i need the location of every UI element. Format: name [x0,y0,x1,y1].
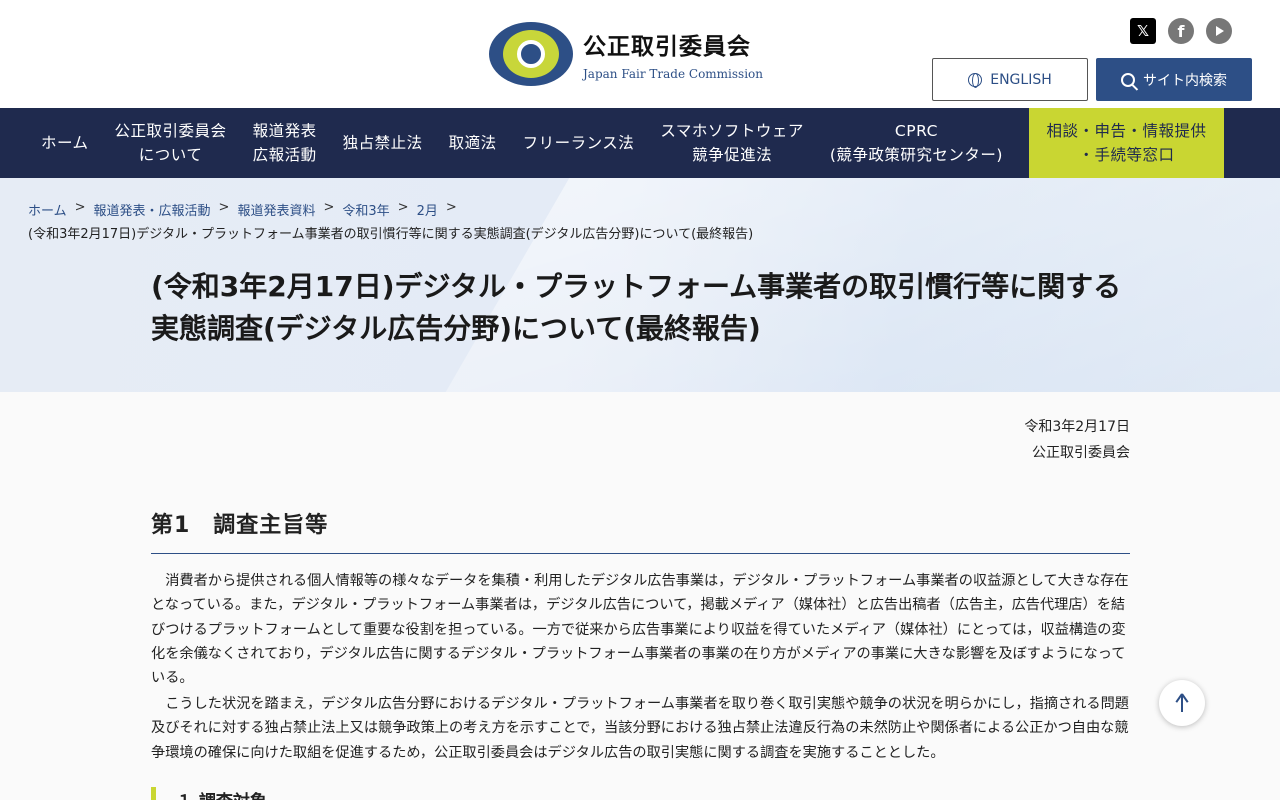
breadcrumb-separator: > [323,200,335,215]
nav-item-torihiki[interactable]: 取適法 [436,108,510,178]
breadcrumb-press-materials[interactable]: 報道発表資料 [237,200,315,219]
x-icon[interactable]: 𝕏 [1130,18,1156,44]
site-search-label: サイト内検索 [1143,72,1227,89]
global-nav: ホーム 公正取引委員会 について 報道発表 広報活動 独占禁止法 取適法 フリー… [0,108,1280,178]
nav-item-about[interactable]: 公正取引委員会 について [102,108,240,178]
social-links: 𝕏 f [1130,18,1232,44]
page-title: (令和3年2月17日)デジタル・プラットフォーム事業者の取引慣行等に関する実態調… [151,270,1122,345]
search-icon [1121,72,1135,87]
facebook-icon[interactable]: f [1168,18,1194,44]
youtube-icon[interactable] [1206,18,1232,44]
english-button[interactable]: ENGLISH [932,58,1088,101]
breadcrumb-month[interactable]: 2月 [417,200,438,219]
publisher: 公正取引委員会 [1032,445,1130,461]
breadcrumb-current: (令和3年2月17日)デジタル・プラットフォーム事業者の取引慣行等に関する実態調… [28,227,754,242]
publication-date: 令和3年2月17日 [1024,419,1130,435]
nav-item-home[interactable]: ホーム [28,108,102,178]
nav-item-press[interactable]: 報道発表 広報活動 [240,108,330,178]
nav-item-cprc[interactable]: CPRC (競争政策研究センター) [817,108,1016,178]
body-paragraph-1: 消費者から提供される個人情報等の様々なデータを集積・利用したデジタル広告事業は，… [151,573,1129,687]
breadcrumb-home[interactable]: ホーム [28,200,67,219]
site-search-button[interactable]: サイト内検索 [1096,58,1252,101]
back-to-top-button[interactable] [1159,680,1205,726]
logo-title-en: Japan Fair Trade Commission [583,67,763,81]
breadcrumb-separator: > [445,200,457,215]
english-label: ENGLISH [990,71,1052,88]
globe-icon [968,72,983,88]
section-heading: 第1 調査主旨等 [151,507,1130,554]
breadcrumb-press[interactable]: 報道発表・広報活動 [94,200,211,219]
nav-item-consult[interactable]: 相談・申告・情報提供 ・手続等窓口 [1028,108,1224,178]
site-header: 公正取引委員会 Japan Fair Trade Commission 𝕏 f … [0,0,1280,108]
nav-item-smartphone[interactable]: スマホソフトウェア 競争促進法 [647,108,817,178]
logo-title-jp: 公正取引委員会 [583,34,751,60]
arrow-up-icon [1181,694,1183,712]
breadcrumb-separator: > [74,200,86,215]
breadcrumb: ホーム > 報道発表・広報活動 > 報道発表資料 > 令和3年 > 2月 > [28,200,828,219]
nav-item-antimonopoly[interactable]: 独占禁止法 [330,108,436,178]
nav-item-freelance[interactable]: フリーランス法 [510,108,648,178]
jftc-emblem-icon [489,22,573,86]
body-paragraph-2: こうした状況を踏まえ，デジタル広告分野におけるデジタル・プラットフォーム事業者を… [151,696,1129,761]
sub-heading: １ 調査対象 [151,787,267,800]
breadcrumb-separator: > [397,200,409,215]
breadcrumb-year[interactable]: 令和3年 [342,200,389,219]
publication-info: 令和3年2月17日 公正取引委員会 [1024,414,1130,466]
page-hero: ホーム > 報道発表・広報活動 > 報道発表資料 > 令和3年 > 2月 > (… [0,178,1280,392]
main-content: 令和3年2月17日 公正取引委員会 第1 調査主旨等 消費者から提供される個人情… [0,392,1280,800]
site-logo[interactable]: 公正取引委員会 Japan Fair Trade Commission [489,22,763,86]
breadcrumb-separator: > [218,200,230,215]
